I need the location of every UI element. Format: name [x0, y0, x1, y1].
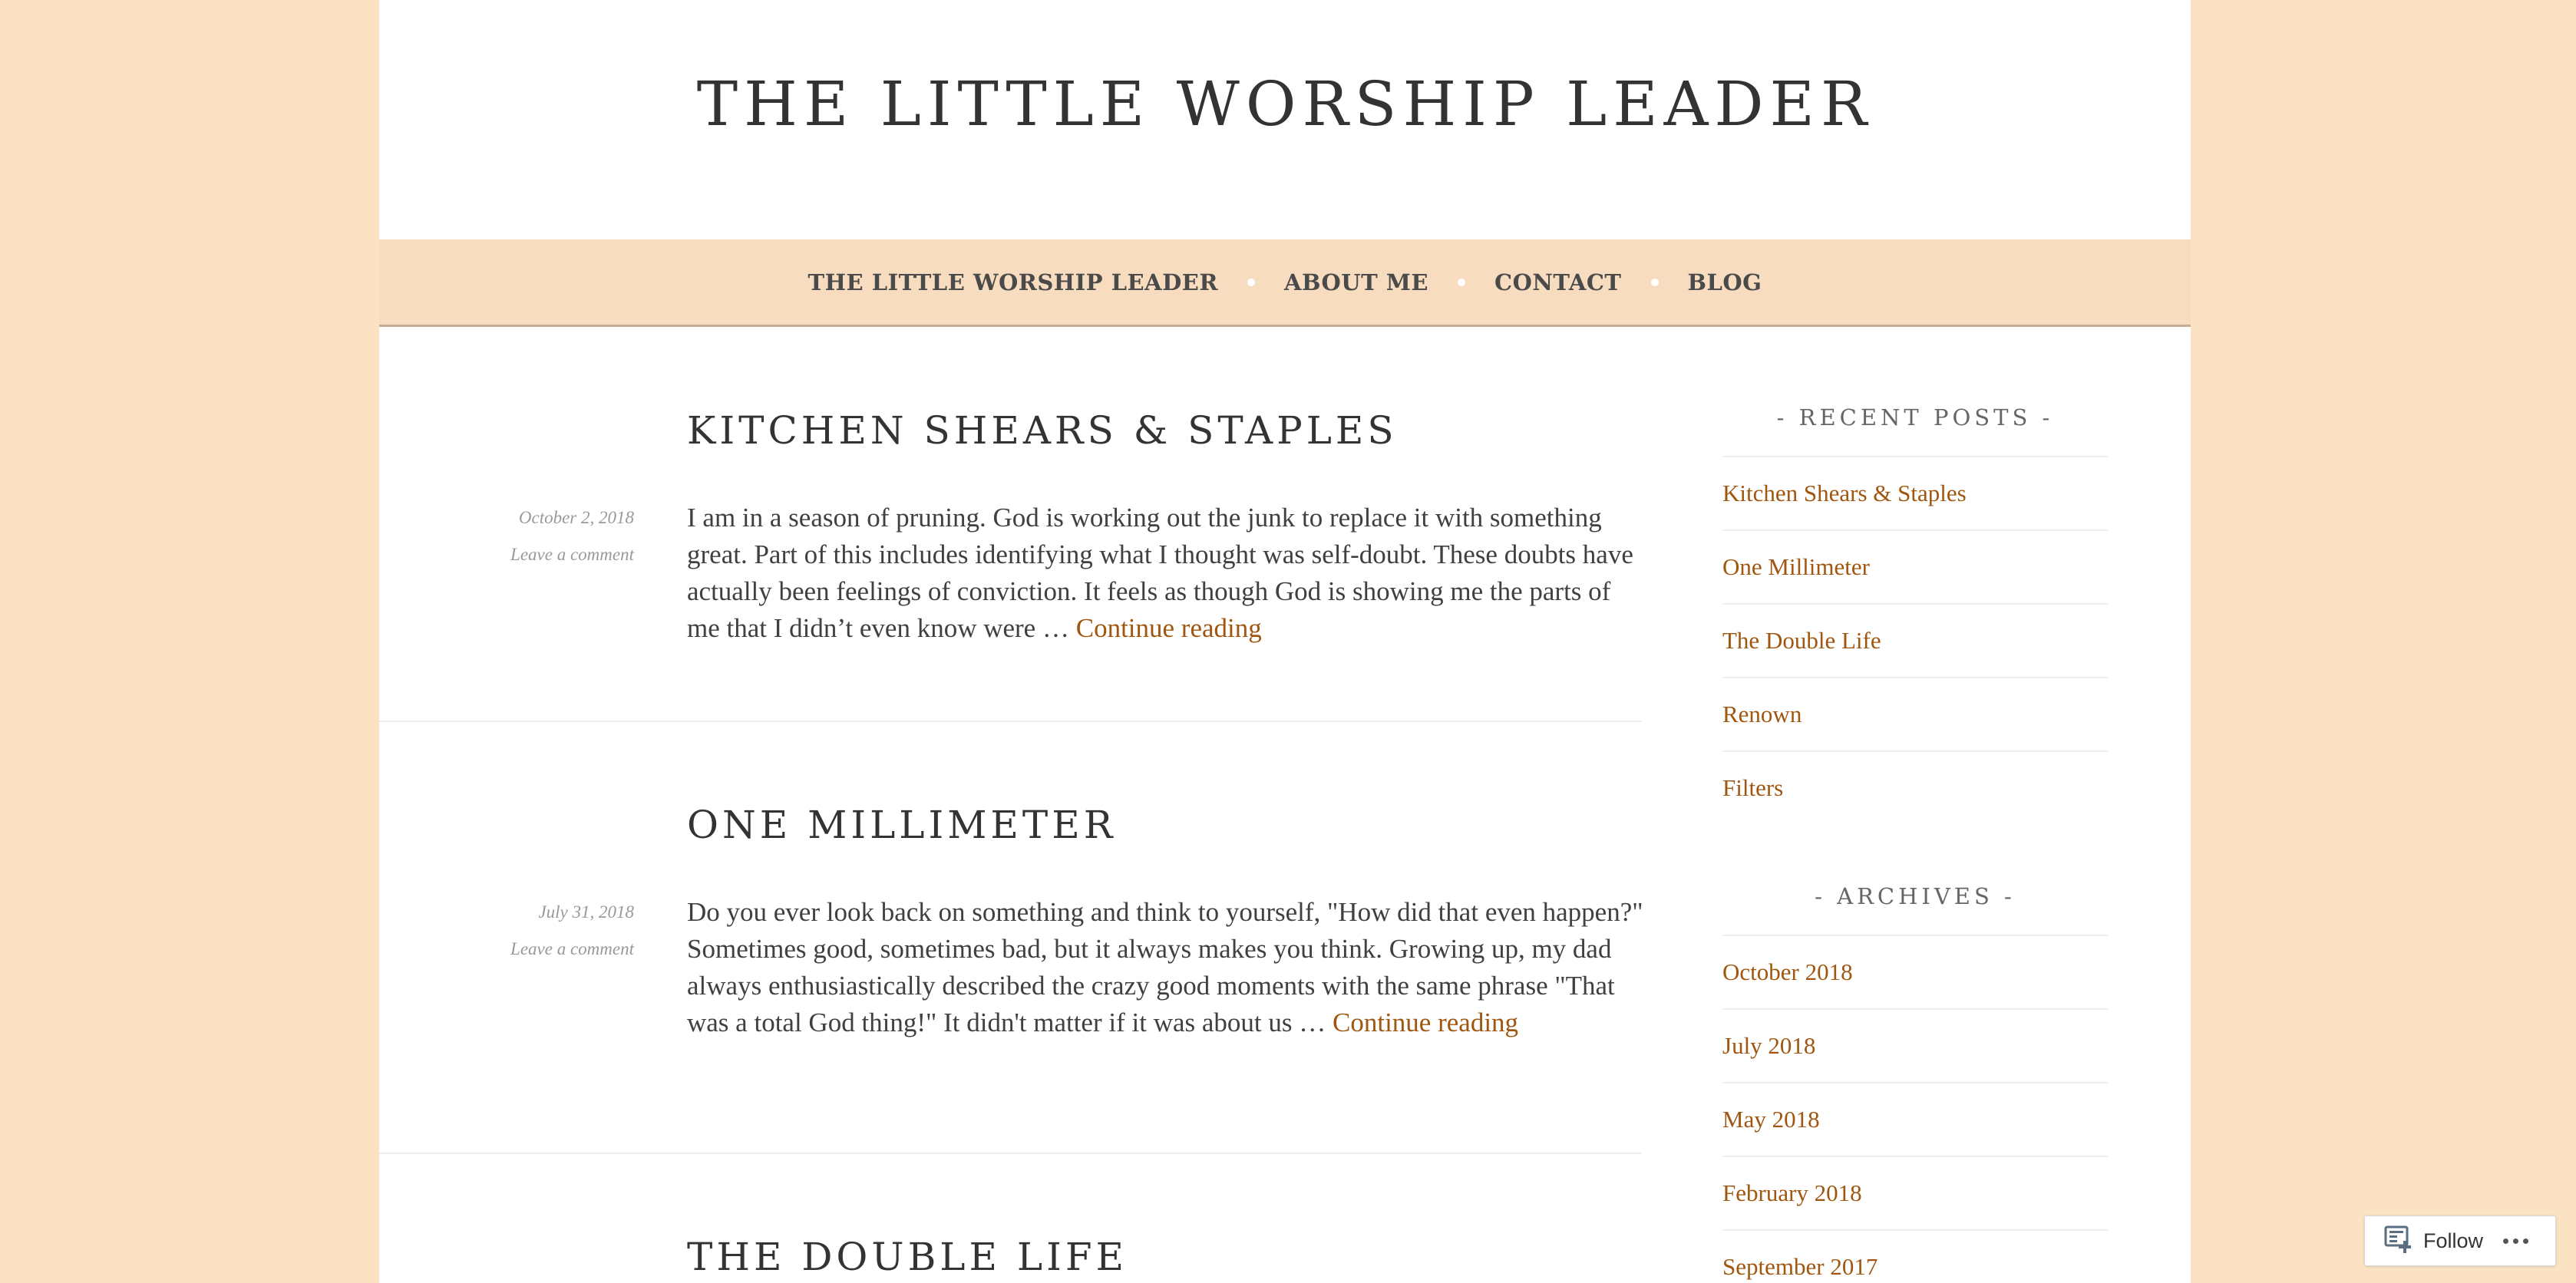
nav-item-contact[interactable]: CONTACT: [1494, 269, 1622, 295]
post-divider: [379, 1153, 1642, 1154]
ellipsis-icon[interactable]: [2503, 1238, 2529, 1244]
nav-separator: [1247, 278, 1255, 286]
nav-item-home[interactable]: THE LITTLE WORSHIP LEADER: [808, 269, 1218, 295]
post-title[interactable]: KITCHEN SHEARS & STAPLES: [687, 408, 1398, 453]
recent-posts-title: - RECENT POSTS -: [1776, 404, 2054, 430]
nav-separator: [1457, 278, 1465, 286]
archive-item[interactable]: February 2018: [1722, 1156, 2108, 1229]
recent-post-item[interactable]: Kitchen Shears & Staples: [1722, 456, 2108, 529]
follow-label[interactable]: Follow: [2423, 1229, 2483, 1253]
post-meta: October 2, 2018 Leave a comment: [379, 500, 634, 573]
post-date[interactable]: July 31, 2018: [379, 894, 634, 931]
archive-label[interactable]: September 2017: [1722, 1253, 1878, 1281]
follow-bar: Follow: [2364, 1215, 2556, 1266]
archive-item[interactable]: September 2017: [1722, 1229, 2108, 1283]
archive-label[interactable]: October 2018: [1722, 958, 1853, 986]
reader-follow-icon: [2383, 1224, 2414, 1258]
leave-comment-link[interactable]: Leave a comment: [379, 931, 634, 968]
recent-post-item[interactable]: Filters: [1722, 750, 2108, 824]
recent-post-label[interactable]: Renown: [1722, 701, 1802, 728]
recent-post-label[interactable]: Kitchen Shears & Staples: [1722, 480, 1967, 507]
site-title[interactable]: THE LITTLE WORSHIP LEADER: [379, 71, 2191, 138]
nav-separator: [1650, 278, 1659, 286]
nav-item-about-me[interactable]: ABOUT ME: [1284, 269, 1428, 295]
page-container: THE LITTLE WORSHIP LEADER THE LITTLE WOR…: [379, 0, 2191, 1283]
nav-item-blog[interactable]: BLOG: [1688, 269, 1762, 295]
follow-button[interactable]: Follow: [2383, 1224, 2483, 1258]
post-excerpt: Do you ever look back on something and t…: [687, 894, 1646, 1041]
post-divider: [379, 721, 1642, 722]
leave-comment-link[interactable]: Leave a comment: [379, 536, 634, 573]
post-meta: July 31, 2018 Leave a comment: [379, 894, 634, 968]
archive-label[interactable]: May 2018: [1722, 1106, 1820, 1133]
archive-label[interactable]: July 2018: [1722, 1032, 1815, 1060]
recent-post-item[interactable]: Renown: [1722, 677, 2108, 750]
recent-post-item[interactable]: The Double Life: [1722, 603, 2108, 677]
post-date[interactable]: October 2, 2018: [379, 500, 634, 536]
archive-item[interactable]: October 2018: [1722, 935, 2108, 1008]
archives-title: - ARCHIVES -: [1815, 883, 2016, 909]
recent-posts-list: Kitchen Shears & Staples One Millimeter …: [1722, 456, 2108, 824]
archive-label[interactable]: February 2018: [1722, 1179, 1862, 1207]
archive-item[interactable]: July 2018: [1722, 1008, 2108, 1082]
post-excerpt: I am in a season of pruning. God is work…: [687, 500, 1646, 647]
continue-reading-link[interactable]: Continue reading: [1333, 1008, 1518, 1037]
archive-item[interactable]: May 2018: [1722, 1082, 2108, 1156]
recent-post-label[interactable]: The Double Life: [1722, 627, 1881, 655]
post-title[interactable]: ONE MILLIMETER: [687, 803, 1116, 847]
main-navigation: THE LITTLE WORSHIP LEADER ABOUT ME CONTA…: [379, 239, 2191, 327]
recent-post-item[interactable]: One Millimeter: [1722, 529, 2108, 603]
archives-list: October 2018 July 2018 May 2018 February…: [1722, 935, 2108, 1283]
continue-reading-link[interactable]: Continue reading: [1076, 613, 1262, 643]
post-title[interactable]: THE DOUBLE LIFE: [687, 1235, 1128, 1279]
site-header: THE LITTLE WORSHIP LEADER: [379, 0, 2191, 239]
recent-post-label[interactable]: Filters: [1722, 774, 1783, 802]
recent-post-label[interactable]: One Millimeter: [1722, 553, 1870, 581]
